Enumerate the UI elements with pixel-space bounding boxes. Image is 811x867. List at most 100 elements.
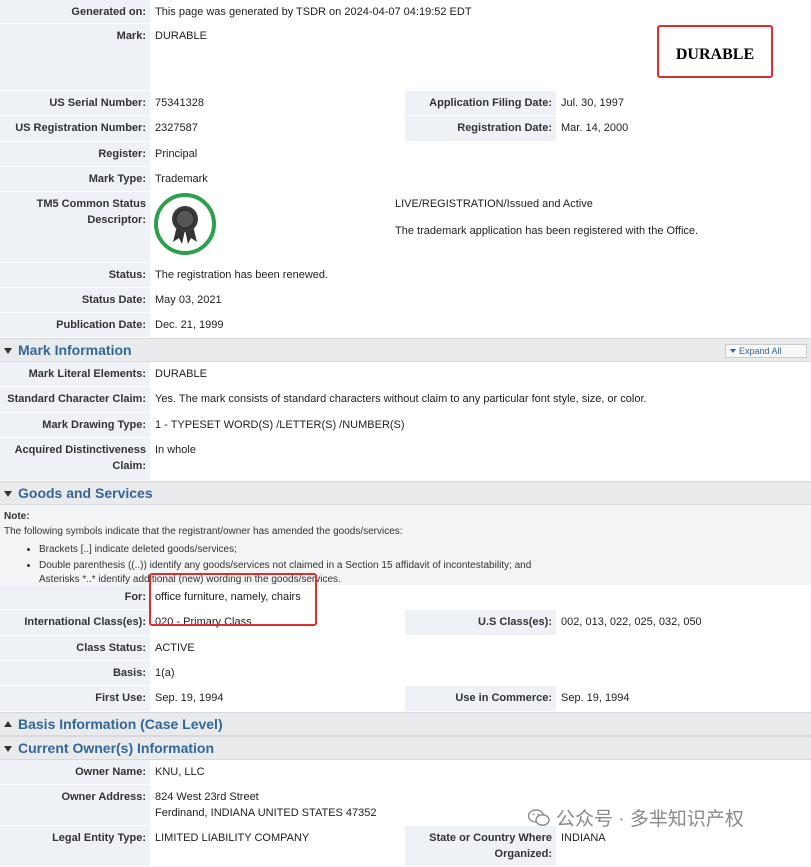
use-in-commerce-label: Use in Commerce: — [405, 686, 556, 711]
register-label: Register: — [0, 142, 150, 166]
registration-row: US Registration Number: 2327587 Registra… — [0, 116, 811, 142]
status-label: Status: — [0, 263, 150, 287]
collapse-arrow-icon — [4, 490, 12, 497]
filing-date-value: Jul. 30, 1997 — [556, 91, 811, 115]
literal-row: Mark Literal Elements: DURABLE — [0, 362, 811, 387]
collapse-arrow-icon — [4, 745, 12, 752]
publication-date-value: Dec. 21, 1999 — [150, 313, 811, 337]
us-class-label: U.S Class(es): — [405, 610, 556, 635]
goods-note: Note: The following symbols indicate tha… — [0, 505, 811, 585]
registration-date-value: Mar. 14, 2000 — [556, 116, 811, 141]
tm5-row: TM5 Common Status Descriptor: LIVE/REGIS… — [0, 192, 811, 263]
tm5-status-line: LIVE/REGISTRATION/Issued and Active — [395, 198, 593, 210]
mark-info-title: Mark Information — [18, 342, 132, 358]
mark-type-label: Mark Type: — [0, 167, 150, 191]
intl-class-row: International Class(es): 020 - Primary C… — [0, 610, 811, 636]
first-use-label: First Use: — [0, 686, 150, 711]
tm5-status-desc: The trademark application has been regis… — [395, 225, 699, 237]
goods-section-header[interactable]: Goods and Services — [0, 481, 811, 505]
mark-highlight-box — [657, 25, 773, 78]
literal-value: DURABLE — [150, 362, 811, 386]
registered-badge-icon — [154, 193, 216, 255]
drawing-label: Mark Drawing Type: — [0, 413, 150, 437]
state-organized-label: State or Country Where Organized: — [405, 826, 556, 866]
std-char-label: Standard Character Claim: — [0, 387, 150, 412]
state-organized-value: INDIANA — [556, 826, 811, 866]
basis-info-section-header[interactable]: Basis Information (Case Level) — [0, 712, 811, 736]
mark-type-row: Mark Type: Trademark — [0, 167, 811, 192]
mark-info-section-header[interactable]: Mark Information Expand All — [0, 338, 811, 362]
note-bullet: Double parenthesis ((..)) identify any g… — [39, 558, 807, 574]
first-use-row: First Use: Sep. 19, 1994 Use in Commerce… — [0, 686, 811, 712]
expand-all-label: Expand All — [739, 346, 782, 356]
note-text: The following symbols indicate that the … — [4, 526, 403, 537]
us-class-value: 002, 013, 022, 025, 032, 050 — [556, 610, 811, 635]
acquired-value: In whole — [150, 438, 811, 480]
status-row: Status: The registration has been renewe… — [0, 263, 811, 288]
goods-title: Goods and Services — [18, 485, 153, 501]
basis-value: 1(a) — [150, 661, 811, 685]
legal-entity-label: Legal Entity Type: — [0, 826, 150, 866]
serial-value: 75341328 — [155, 97, 204, 109]
note-list: Brackets [..] indicate deleted goods/ser… — [4, 542, 807, 584]
tm5-value: LIVE/REGISTRATION/Issued and Active The … — [150, 192, 811, 262]
owner-name-label: Owner Name: — [0, 760, 150, 784]
class-status-row: Class Status: ACTIVE — [0, 636, 811, 661]
class-status-value: ACTIVE — [150, 636, 811, 660]
std-char-value: Yes. The mark consists of standard chara… — [150, 387, 811, 412]
first-use-value: Sep. 19, 1994 — [155, 692, 224, 704]
basis-label: Basis: — [0, 661, 150, 685]
goods-highlight-box — [149, 573, 317, 626]
register-value: Principal — [150, 142, 811, 166]
owner-address-line1: 824 West 23rd Street — [155, 791, 259, 803]
publication-date-label: Publication Date: — [0, 313, 150, 337]
drawing-row: Mark Drawing Type: 1 - TYPESET WORD(S) /… — [0, 413, 811, 438]
generated-row: Generated on: This page was generated by… — [0, 0, 811, 24]
legal-entity-row: Legal Entity Type: LIMITED LIABILITY COM… — [0, 826, 811, 867]
status-date-value: May 03, 2021 — [150, 288, 811, 312]
collapse-arrow-icon — [4, 347, 12, 354]
generated-value: This page was generated by TSDR on 2024-… — [150, 0, 811, 23]
for-row: For: office furniture, namely, chairs — [0, 585, 811, 610]
serial-row: US Serial Number: 75341328 Application F… — [0, 91, 811, 116]
wechat-icon — [528, 808, 550, 826]
expand-all-button[interactable]: Expand All — [725, 344, 807, 358]
register-row: Register: Principal — [0, 142, 811, 167]
status-date-row: Status Date: May 03, 2021 — [0, 288, 811, 313]
literal-label: Mark Literal Elements: — [0, 362, 150, 386]
basis-info-title: Basis Information (Case Level) — [18, 716, 223, 732]
owner-address-label: Owner Address: — [0, 785, 150, 825]
legal-entity-value: LIMITED LIABILITY COMPANY — [155, 832, 310, 844]
publication-date-row: Publication Date: Dec. 21, 1999 — [0, 313, 811, 338]
watermark: 公众号 · 多芈知识产权 — [528, 804, 744, 831]
expand-arrow-icon — [4, 721, 12, 727]
watermark-text: 公众号 · 多芈知识产权 — [556, 809, 744, 830]
mark-type-value: Trademark — [150, 167, 811, 191]
expand-arrow-icon — [730, 349, 736, 353]
registration-value: 2327587 — [155, 122, 198, 134]
note-title: Note: — [4, 511, 30, 522]
generated-label: Generated on: — [0, 0, 150, 23]
basis-row: Basis: 1(a) — [0, 661, 811, 686]
mark-label: Mark: — [0, 24, 150, 90]
owner-name-row: Owner Name: KNU, LLC — [0, 760, 811, 785]
status-value: The registration has been renewed. — [150, 263, 811, 287]
owner-name-value: KNU, LLC — [150, 760, 811, 784]
owner-title: Current Owner(s) Information — [18, 740, 215, 756]
acquired-row: Acquired Distinctiveness Claim: In whole — [0, 438, 811, 481]
intl-class-label: International Class(es): — [0, 610, 150, 635]
tm5-label: TM5 Common Status Descriptor: — [0, 192, 150, 262]
class-status-label: Class Status: — [0, 636, 150, 660]
filing-date-label: Application Filing Date: — [405, 91, 556, 115]
drawing-value: 1 - TYPESET WORD(S) /LETTER(S) /NUMBER(S… — [150, 413, 811, 437]
for-label: For: — [0, 585, 150, 609]
serial-label: US Serial Number: — [0, 91, 150, 115]
registration-date-label: Registration Date: — [405, 116, 556, 141]
note-bullet: Brackets [..] indicate deleted goods/ser… — [39, 542, 807, 558]
acquired-label: Acquired Distinctiveness Claim: — [0, 438, 150, 480]
std-char-row: Standard Character Claim: Yes. The mark … — [0, 387, 811, 413]
registration-label: US Registration Number: — [0, 116, 150, 141]
owner-section-header[interactable]: Current Owner(s) Information — [0, 736, 811, 760]
status-date-label: Status Date: — [0, 288, 150, 312]
use-in-commerce-value: Sep. 19, 1994 — [556, 686, 811, 711]
